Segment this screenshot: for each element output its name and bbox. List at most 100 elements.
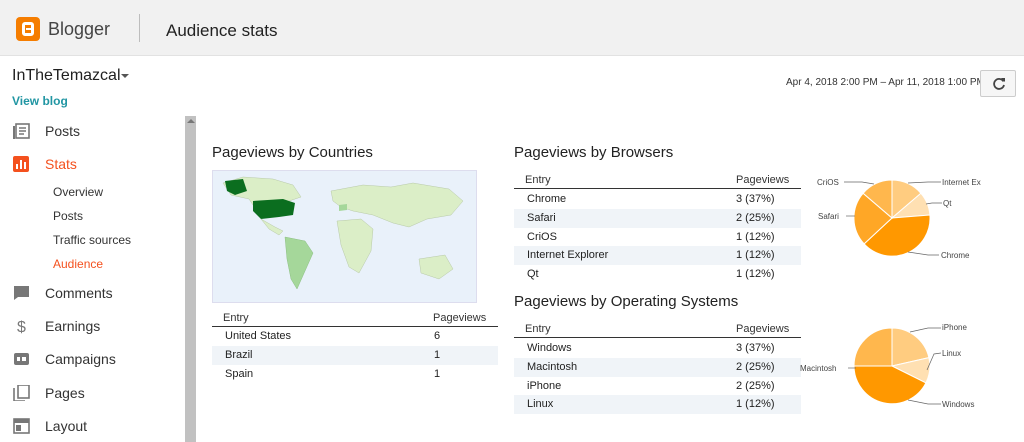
blog-selector[interactable]: InTheTemazcal (12, 67, 121, 85)
usa-shape (253, 199, 295, 219)
sidebar-item-stats[interactable]: Stats (0, 149, 185, 179)
world-map[interactable] (212, 170, 477, 303)
table-header: Entry Pageviews (514, 171, 801, 189)
column-header-entry: Entry (525, 323, 551, 335)
leader-line (925, 202, 942, 205)
pageviews-cell: 2 (25%) (736, 212, 775, 224)
pie-label-linux: Linux (942, 349, 961, 358)
sidebar-item-pages[interactable]: Pages (0, 378, 185, 408)
sidebar-subitem-audience[interactable]: Audience (53, 257, 103, 271)
column-header-entry: Entry (223, 312, 249, 324)
table-header: Entry Pageviews (212, 309, 498, 327)
sidebar-item-label: Comments (45, 285, 113, 301)
sidebar-item-label: Pages (45, 385, 85, 401)
table-row: United States 6 (212, 327, 498, 346)
pageviews-cell: 1 (434, 368, 441, 380)
entry-cell: Linux (527, 398, 554, 410)
pageviews-cell: 1 (12%) (736, 231, 775, 243)
table-row: iPhone 2 (25%) (514, 377, 801, 396)
pageviews-cell: 1 (12%) (736, 398, 775, 410)
pie-label-iphone: iPhone (942, 323, 967, 332)
leader-line (907, 399, 941, 405)
sidebar-item-label: Earnings (45, 318, 101, 334)
column-header-pageviews: Pageviews (736, 323, 790, 335)
sidebar-item-label: Stats (45, 156, 77, 172)
sidebar-scrollbar[interactable] (185, 116, 196, 442)
sidebar-item-label: Posts (45, 123, 81, 139)
sidebar-item-label: Layout (45, 418, 88, 434)
countries-title: Pageviews by Countries (212, 144, 373, 161)
sidebar-item-earnings[interactable]: $ Earnings (0, 311, 185, 341)
comments-icon (14, 286, 29, 300)
entry-cell: Spain (225, 368, 254, 380)
table-row: CriOS 1 (12%) (514, 228, 801, 247)
pageviews-cell: 2 (25%) (736, 380, 775, 392)
view-blog-link[interactable]: View blog (12, 94, 68, 108)
leader-line (907, 181, 941, 184)
entry-cell: iPhone (527, 380, 562, 392)
table-row: Spain 1 (212, 365, 498, 384)
os-title: Pageviews by Operating Systems (514, 293, 739, 310)
page-title: Audience stats (166, 21, 278, 40)
header-divider (139, 14, 140, 42)
entry-cell: Internet Explorer (527, 249, 609, 261)
pie-label-macintosh: Macintosh (800, 364, 836, 373)
svg-text:$: $ (17, 319, 26, 334)
leader-line (907, 251, 939, 256)
pie-slice-macintosh[interactable] (853, 327, 893, 367)
sidebar-subitem-posts[interactable]: Posts (53, 209, 83, 223)
blogger-logo-icon[interactable] (16, 17, 40, 41)
pages-icon (13, 385, 30, 401)
sidebar-subitem-overview[interactable]: Overview (53, 185, 103, 199)
entry-cell: Windows (527, 342, 572, 354)
table-row: Macintosh 2 (25%) (514, 358, 801, 377)
africa-shape (336, 218, 374, 274)
pageviews-cell: 3 (37%) (736, 193, 775, 205)
column-header-pageviews: Pageviews (433, 312, 487, 324)
brand-name[interactable]: Blogger (48, 19, 110, 40)
pageviews-cell: 1 (12%) (736, 268, 775, 280)
table-row: Internet Explorer 1 (12%) (514, 246, 801, 265)
sidebar-item-layout[interactable]: Layout (0, 411, 185, 441)
sidebar-item-campaigns[interactable]: Campaigns (0, 344, 185, 374)
scroll-up-arrow-icon[interactable] (187, 119, 195, 123)
sidebar-item-comments[interactable]: Comments (0, 278, 185, 308)
pie-label-internet-explorer: Internet Ex (942, 178, 981, 187)
table-row: Brazil 1 (212, 346, 498, 365)
pageviews-cell: 1 (12%) (736, 249, 775, 261)
browsers-title: Pageviews by Browsers (514, 144, 674, 161)
entry-cell: CriOS (527, 231, 557, 243)
campaigns-icon (14, 353, 29, 365)
table-row: Qt 1 (12%) (514, 265, 801, 284)
table-row: Linux 1 (12%) (514, 395, 801, 414)
table-row: Safari 2 (25%) (514, 209, 801, 228)
pageviews-cell: 2 (25%) (736, 361, 775, 373)
refresh-icon (993, 78, 1005, 90)
entry-cell: Safari (527, 212, 556, 224)
top-bar: Blogger Audience stats (0, 0, 1024, 56)
leader-line (844, 181, 875, 185)
refresh-button[interactable] (980, 70, 1016, 97)
stats-icon (13, 156, 29, 172)
column-header-entry: Entry (525, 174, 551, 186)
table-row: Windows 3 (37%) (514, 339, 801, 358)
spain-shape (339, 204, 347, 211)
sidebar-subitem-traffic-sources[interactable]: Traffic sources (53, 233, 131, 247)
entry-cell: Chrome (527, 193, 567, 205)
pie-label-safari: Safari (818, 212, 839, 221)
sidebar-item-posts[interactable]: Posts (0, 116, 185, 146)
browsers-pie-chart[interactable]: CriOS Internet Ex Qt Safari Chrome (808, 168, 984, 276)
entry-cell: Qt (527, 268, 539, 280)
column-header-pageviews: Pageviews (736, 174, 790, 186)
entry-cell: Brazil (225, 349, 253, 361)
os-pie-chart[interactable]: iPhone Linux Macintosh Windows (796, 318, 986, 418)
pageviews-cell: 3 (37%) (736, 342, 775, 354)
brazil-shape (284, 236, 314, 290)
pie-label-chrome: Chrome (941, 251, 970, 260)
pie-label-qt: Qt (943, 199, 952, 208)
pie-label-windows: Windows (942, 400, 974, 409)
leader-line (909, 327, 941, 333)
pageviews-cell: 1 (434, 349, 441, 361)
chevron-down-icon[interactable] (121, 74, 129, 78)
pie-label-crios: CriOS (817, 178, 839, 187)
